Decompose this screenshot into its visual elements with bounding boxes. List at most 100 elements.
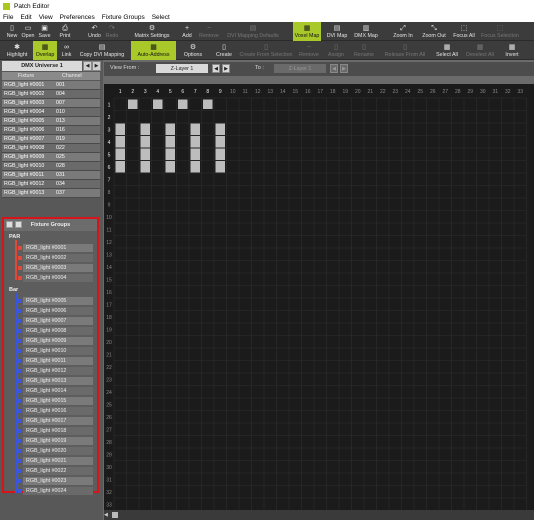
fixture-voxel[interactable]	[140, 148, 151, 161]
open-button[interactable]: ▭ Open	[21, 22, 35, 41]
fixture-voxel[interactable]	[203, 99, 213, 110]
group-remove-icon[interactable]	[15, 221, 22, 228]
assign-button[interactable]: ▯ Assign	[324, 41, 348, 60]
view-from-select[interactable]: Z-Layer 1	[156, 64, 208, 73]
universe-prev-button[interactable]: ◀	[83, 61, 92, 71]
fixture-voxel[interactable]	[190, 123, 201, 136]
group-item[interactable]: RGB_light #0023	[23, 477, 93, 485]
fixture-voxel[interactable]	[165, 148, 176, 161]
fixture-voxel[interactable]	[215, 123, 226, 136]
view-from-next-button[interactable]: ▶	[222, 64, 230, 73]
options-button[interactable]: ⚙ Options	[178, 41, 208, 60]
invert-button[interactable]: ▦ Invert	[498, 41, 526, 60]
highlight-button[interactable]: ✱ Highlight	[3, 41, 31, 60]
table-row[interactable]: RGB_light #0005 013	[2, 117, 100, 126]
group-item[interactable]: RGB_light #0003	[23, 264, 93, 272]
universe-next-button[interactable]: ▶	[92, 61, 101, 71]
group-add-icon[interactable]	[6, 221, 13, 228]
group-item[interactable]: RGB_light #0008	[23, 327, 93, 335]
scrollbar-thumb[interactable]	[112, 512, 118, 518]
redo-button[interactable]: ↷ Redo	[105, 22, 119, 41]
table-row[interactable]: RGB_light #0006 016	[2, 126, 100, 135]
fixture-voxel[interactable]	[153, 99, 163, 110]
zoom-in-button[interactable]: ⤢ Zoom In	[388, 22, 418, 41]
link-button[interactable]: ∞ Link	[59, 41, 74, 60]
group-item[interactable]: RGB_light #0021	[23, 457, 93, 465]
fixture-voxel[interactable]	[115, 123, 126, 136]
fixture-voxel[interactable]	[178, 99, 188, 110]
fixture-voxel[interactable]	[128, 99, 138, 110]
table-row[interactable]: RGB_light #0009 025	[2, 153, 100, 162]
auto-address-button[interactable]: ▦ Auto-Address	[131, 41, 176, 60]
table-row[interactable]: RGB_light #0008 022	[2, 144, 100, 153]
dmx-map-button[interactable]: ▥ DMX Map	[352, 22, 380, 41]
menu-edit[interactable]: Edit	[20, 14, 31, 21]
group-item[interactable]: RGB_light #0011	[23, 357, 93, 365]
voxel-map-grid[interactable]: 1 2 3 4 5 6 7 8 9 10 11 12 13 14 15 16 17 18 19 20 21 22 23 24 2…	[104, 84, 534, 510]
new-button[interactable]: ▯ New	[3, 22, 21, 41]
rename-button[interactable]: ▯ Rename	[350, 41, 378, 60]
fixture-voxel[interactable]	[115, 148, 126, 161]
select-all-button[interactable]: ▦ Select All	[432, 41, 462, 60]
table-row[interactable]: RGB_light #0001 001	[2, 81, 100, 90]
group-item[interactable]: RGB_light #0013	[23, 377, 93, 385]
group-item[interactable]: RGB_light #0022	[23, 467, 93, 475]
fixture-voxel[interactable]	[140, 123, 151, 136]
voxel-map-button[interactable]: ▦ Voxel Map	[293, 22, 321, 41]
group-item[interactable]: RGB_light #0024	[23, 487, 93, 495]
create-from-selection-button[interactable]: ▯ Create From Selection	[236, 41, 296, 60]
focus-all-button[interactable]: ⬚ Focus All	[450, 22, 478, 41]
fixture-voxel[interactable]	[215, 161, 226, 173]
view-from-prev-button[interactable]: ◀	[212, 64, 220, 73]
fixture-voxel[interactable]	[190, 161, 201, 173]
fixture-voxel[interactable]	[190, 148, 201, 161]
focus-selection-button[interactable]: ⬚ Focus Selection	[480, 22, 520, 41]
view-to-next-button[interactable]: ▶	[340, 64, 348, 73]
matrix-settings-button[interactable]: ⚙ Matrix Settings	[130, 22, 174, 41]
table-row[interactable]: RGB_light #0004 010	[2, 108, 100, 117]
table-row[interactable]: RGB_light #0011 031	[2, 171, 100, 180]
print-button[interactable]: ⎙ Print	[55, 22, 75, 41]
fixture-voxel[interactable]	[215, 136, 226, 148]
undo-button[interactable]: ↶ Undo	[86, 22, 103, 41]
fixture-voxel[interactable]	[165, 161, 176, 173]
copy-dvi-mapping-button[interactable]: ▤ Copy DVI Mapping	[77, 41, 127, 60]
table-row[interactable]: RGB_light #0007 019	[2, 135, 100, 144]
group-bar[interactable]: Bar	[9, 287, 18, 293]
group-item[interactable]: RGB_light #0018	[23, 427, 93, 435]
table-row[interactable]: RGB_light #0013 037	[2, 189, 100, 198]
overlap-button[interactable]: ▦ Overlap	[33, 41, 57, 60]
group-item[interactable]: RGB_light #0001	[23, 244, 93, 252]
table-row[interactable]: RGB_light #0010 028	[2, 162, 100, 171]
fixture-voxel[interactable]	[115, 136, 126, 148]
save-button[interactable]: ▣ Save	[37, 22, 52, 41]
horizontal-scrollbar[interactable]: ◀	[104, 510, 534, 520]
menu-file[interactable]: File	[3, 14, 13, 21]
fixture-voxel[interactable]	[215, 148, 226, 161]
zoom-out-button[interactable]: ⤡ Zoom Out	[420, 22, 448, 41]
group-item[interactable]: RGB_light #0019	[23, 437, 93, 445]
menu-select[interactable]: Select	[152, 14, 170, 21]
group-item[interactable]: RGB_light #0012	[23, 367, 93, 375]
menu-preferences[interactable]: Preferences	[60, 14, 95, 21]
deselect-all-button[interactable]: ▦ Deselect All	[464, 41, 496, 60]
group-item[interactable]: RGB_light #0016	[23, 407, 93, 415]
group-item[interactable]: RGB_light #0020	[23, 447, 93, 455]
fixture-voxel[interactable]	[190, 136, 201, 148]
view-to-prev-button[interactable]: ◀	[330, 64, 338, 73]
fixture-voxel[interactable]	[115, 161, 126, 173]
add-button[interactable]: + Add	[178, 22, 196, 41]
menu-fixture-groups[interactable]: Fixture Groups	[102, 14, 145, 21]
group-item[interactable]: RGB_light #0006	[23, 307, 93, 315]
group-item[interactable]: RGB_light #0007	[23, 317, 93, 325]
universe-selector[interactable]: DMX Universe 1	[2, 61, 82, 71]
group-item[interactable]: RGB_light #0015	[23, 397, 93, 405]
group-item[interactable]: RGB_light #0002	[23, 254, 93, 262]
remove-button[interactable]: − Remove	[297, 41, 321, 60]
fixture-voxel[interactable]	[140, 161, 151, 173]
table-row[interactable]: RGB_light #0003 007	[2, 99, 100, 108]
fixture-voxel[interactable]	[165, 123, 176, 136]
release-from-all-button[interactable]: ▯ Release From All	[380, 41, 430, 60]
dvi-map-button[interactable]: ▤ DVI Map	[323, 22, 351, 41]
grid-canvas[interactable]: 1 2 3 4 5 6 7 8 9 10 11 12 13 14 15 16 17 18 19 20 21 22 23 24 2…	[104, 84, 534, 510]
